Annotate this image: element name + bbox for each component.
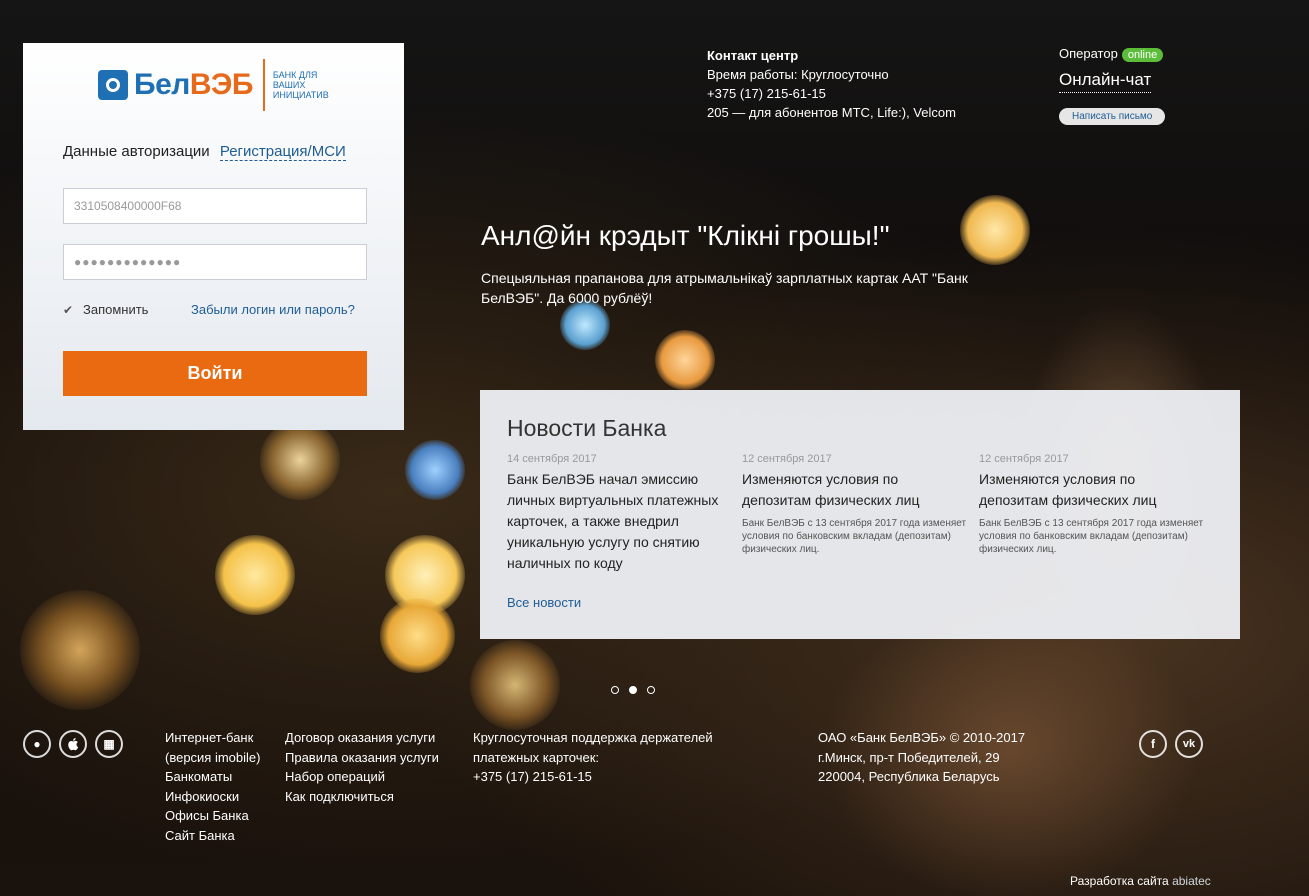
operator-label: Оператор — [1059, 46, 1118, 61]
address-line: г.Минск, пр-т Победителей, 29 — [818, 749, 1000, 765]
social-links: f vk — [1139, 730, 1203, 758]
footer-link[interactable]: Набор операций — [285, 767, 439, 787]
footer-link[interactable]: Договор оказания услуги — [285, 728, 439, 748]
operator-status: Оператор online — [1059, 46, 1164, 62]
login-button[interactable]: Войти — [63, 351, 367, 396]
footer-link[interactable]: Как подключиться — [285, 787, 439, 807]
slider-dot-1[interactable] — [611, 686, 619, 694]
auth-tabs: Данные авторизации Регистрация/МСИ — [63, 143, 346, 161]
apple-glyph — [68, 738, 79, 751]
windows-icon[interactable]: ▦ — [95, 730, 123, 758]
online-badge: online — [1121, 48, 1164, 62]
contact-hours: Время работы: Круглосуточно — [707, 67, 889, 82]
logo-name: БелВЭБ — [134, 68, 253, 101]
slider-dot-3[interactable] — [647, 686, 655, 694]
tab-registration[interactable]: Регистрация/МСИ — [219, 143, 346, 161]
vk-icon[interactable]: vk — [1175, 730, 1203, 758]
footer-col-2: Договор оказания услуги Правила оказания… — [285, 728, 439, 806]
remember-label: Запомнить — [83, 302, 149, 317]
dev-prefix: Разработка сайта — [1070, 874, 1169, 888]
login-panel: БелВЭБ Банк для ваших инициатив Данные а… — [23, 43, 404, 430]
password-input[interactable] — [63, 244, 367, 280]
footer-link[interactable]: Офисы Банка — [165, 806, 260, 826]
android-icon[interactable]: ● — [23, 730, 51, 758]
news-headline[interactable]: Банк БелВЭБ начал эмиссию личных виртуал… — [507, 469, 735, 574]
news-item[interactable]: 12 сентября 2017 Изменяются условия по д… — [742, 453, 970, 556]
footer-link[interactable]: Банкоматы — [165, 767, 260, 787]
logo-tagline: Банк для ваших инициатив — [272, 70, 329, 100]
remember-checkbox[interactable]: ✔ Запомнить — [63, 302, 148, 317]
contact-short-number: 205 — для абонентов МТС, Life:), Velcom — [707, 105, 956, 120]
contact-title: Контакт центр — [707, 48, 799, 63]
app-links: ● ▦ — [23, 730, 123, 758]
write-letter-button[interactable]: Написать письмо — [1059, 108, 1166, 125]
contact-center: Контакт центр Время работы: Круглосуточн… — [707, 46, 956, 122]
all-news-link[interactable]: Все новости — [507, 595, 581, 610]
bank-logo[interactable]: БелВЭБ Банк для ваших инициатив — [98, 59, 343, 111]
news-item[interactable]: 14 сентября 2017 Банк БелВЭБ начал эмисс… — [507, 453, 735, 574]
news-date: 14 сентября 2017 — [507, 453, 597, 465]
apple-icon[interactable] — [59, 730, 87, 758]
footer-link[interactable]: Правила оказания услуги — [285, 748, 439, 768]
news-body: Банк БелВЭБ с 13 сентября 2017 года изме… — [742, 518, 967, 555]
developer-credit: Разработка сайта abiatec — [1070, 874, 1211, 888]
footer-link[interactable]: Интернет-банк — [165, 728, 260, 748]
logo-mark-icon — [98, 70, 128, 100]
news-headline[interactable]: Изменяются условия по депозитам физическ… — [979, 469, 1207, 511]
checkmark-icon: ✔ — [63, 302, 74, 317]
footer-legal: ОАО «Банк БелВЭБ» © 2010-2017 г.Минск, п… — [818, 728, 1025, 787]
footer-link[interactable]: Сайт Банка — [165, 826, 260, 846]
support-text: платежных карточек: — [473, 749, 599, 765]
copyright: ОАО «Банк БелВЭБ» © 2010-2017 — [818, 730, 1026, 745]
footer-link[interactable]: (версия imobile) — [165, 748, 260, 768]
address-line: 220004, Республика Беларусь — [818, 769, 1000, 784]
news-date: 12 сентября 2017 — [742, 453, 832, 465]
promo-title[interactable]: Анл@йн крэдыт "Клікні грошы!" — [481, 220, 890, 252]
footer-link[interactable]: Инфокиоски — [165, 787, 260, 807]
tab-auth-data[interactable]: Данные авторизации — [63, 143, 210, 160]
footer-col-1: Интернет-банк (версия imobile) Банкоматы… — [165, 728, 260, 845]
news-title: Новости Банка — [507, 415, 667, 441]
dev-link[interactable]: abiatec — [1172, 874, 1211, 888]
logo-separator — [262, 59, 265, 111]
support-text: Круглосуточная поддержка держателей — [473, 730, 713, 745]
support-phone[interactable]: +375 (17) 215-61-15 — [473, 767, 713, 787]
news-headline[interactable]: Изменяются условия по депозитам физическ… — [742, 469, 970, 511]
contact-phone[interactable]: +375 (17) 215-61-15 — [707, 84, 956, 103]
forgot-password-link[interactable]: Забыли логин или пароль? — [191, 302, 355, 317]
slider-dot-2[interactable] — [629, 686, 637, 694]
footer-col-3: Круглосуточная поддержка держателей плат… — [473, 728, 713, 787]
news-panel: Новости Банка 14 сентября 2017 Банк БелВ… — [480, 390, 1240, 639]
slider-dots — [611, 686, 655, 694]
facebook-icon[interactable]: f — [1139, 730, 1167, 758]
online-chat-link[interactable]: Онлайн-чат — [1059, 70, 1152, 93]
promo-text: Спецыяльная прапанова для атрымальнікаў … — [481, 270, 968, 306]
news-body: Банк БелВЭБ с 13 сентября 2017 года изме… — [979, 518, 1204, 555]
news-item[interactable]: 12 сентября 2017 Изменяются условия по д… — [979, 453, 1207, 556]
login-input[interactable] — [63, 188, 367, 224]
news-date: 12 сентября 2017 — [979, 453, 1069, 465]
